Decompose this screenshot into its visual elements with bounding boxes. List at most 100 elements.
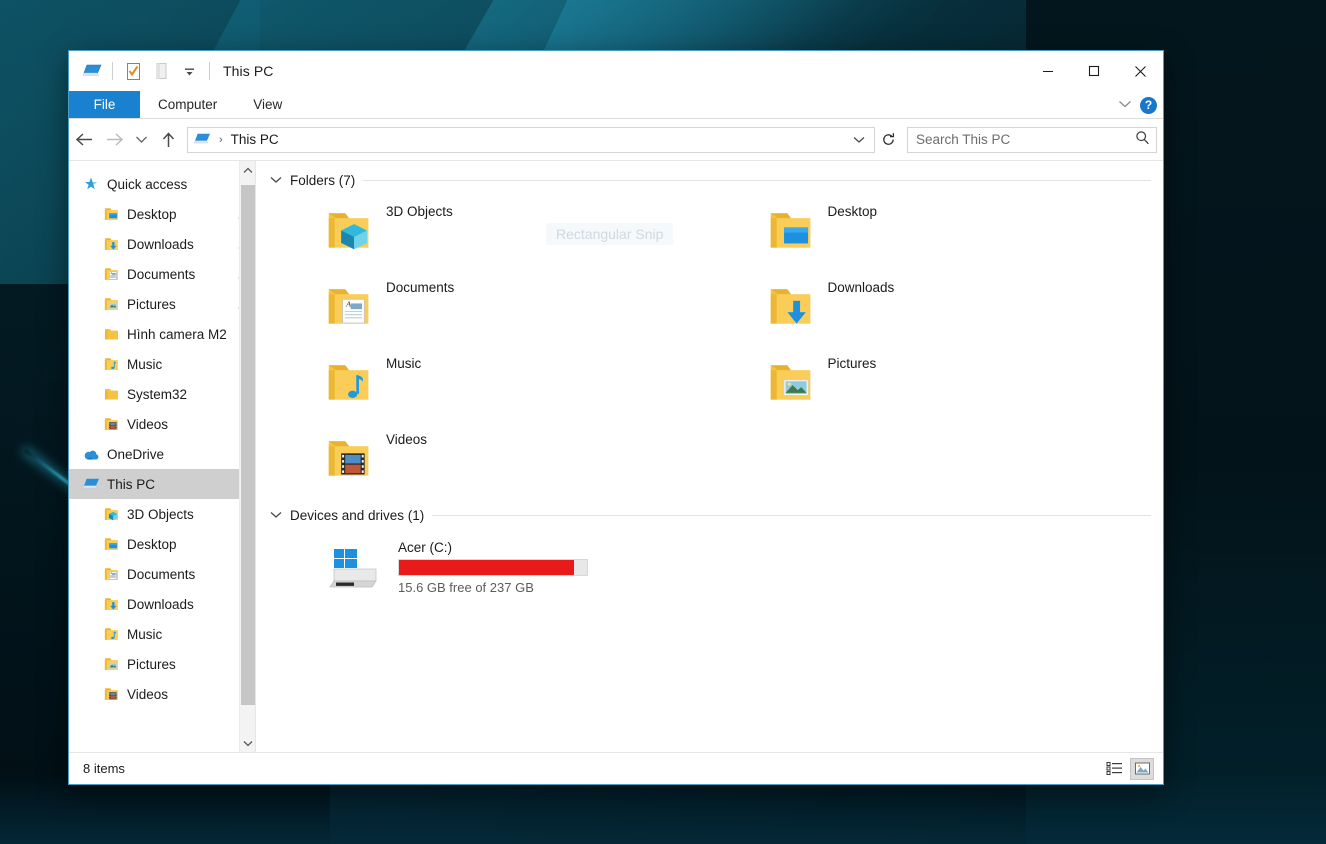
sidebar-item-videos[interactable]: Videos xyxy=(69,679,255,709)
tab-file[interactable]: File xyxy=(69,91,140,118)
drive-capacity-bar xyxy=(398,559,588,576)
music-folder-icon xyxy=(326,361,372,403)
address-bar-row: › This PC xyxy=(69,119,1163,161)
section-header-drives[interactable]: Devices and drives (1) xyxy=(268,496,1151,527)
search-input[interactable] xyxy=(916,132,1135,147)
documents-folder-icon: A A xyxy=(101,265,121,283)
view-buttons xyxy=(1103,759,1153,779)
help-icon[interactable]: ? xyxy=(1140,97,1157,114)
scroll-down-arrow-icon[interactable] xyxy=(240,734,256,752)
properties-icon[interactable] xyxy=(120,58,146,84)
desktop-folder-icon xyxy=(768,209,814,251)
folder-icon xyxy=(101,325,121,343)
sidebar-item-label: OneDrive xyxy=(107,447,164,462)
up-button[interactable] xyxy=(153,125,183,155)
breadcrumb-this-pc[interactable]: This PC xyxy=(227,132,283,147)
sidebar-item-this-pc[interactable]: This PC xyxy=(69,469,255,499)
large-icons-view-button[interactable] xyxy=(1131,759,1153,779)
3d-objects-folder-icon xyxy=(101,505,121,523)
folder-item[interactable]: A A xyxy=(268,268,710,344)
onedrive-cloud-icon xyxy=(81,445,101,463)
sidebar-item-label: Music xyxy=(127,627,162,642)
sidebar-item-pictures[interactable]: Pictures xyxy=(69,289,255,319)
folder-item[interactable]: 3D Objects xyxy=(268,192,710,268)
this-pc-icon[interactable] xyxy=(79,58,105,84)
chevron-down-icon[interactable] xyxy=(270,175,282,187)
address-bar[interactable]: › This PC xyxy=(187,127,875,153)
content-pane[interactable]: Folders (7) 3D Objects xyxy=(256,161,1163,752)
folder-item[interactable]: Pictures xyxy=(710,344,1152,420)
tab-view[interactable]: View xyxy=(235,91,300,118)
refresh-button[interactable] xyxy=(875,127,901,153)
sidebar-item-music[interactable]: Music xyxy=(69,349,255,379)
chevron-down-icon[interactable] xyxy=(1118,96,1132,114)
forward-button[interactable] xyxy=(99,125,129,155)
sidebar-item-label: Downloads xyxy=(127,597,194,612)
section-title-drives: Devices and drives (1) xyxy=(290,508,424,523)
minimize-button[interactable] xyxy=(1025,51,1071,91)
sidebar-item-desktop[interactable]: Desktop xyxy=(69,199,255,229)
tab-computer[interactable]: Computer xyxy=(140,91,235,118)
customize-caret-icon[interactable] xyxy=(176,58,202,84)
folder-item-label: Videos xyxy=(386,432,427,447)
chevron-down-icon[interactable] xyxy=(848,128,870,152)
sidebar-item-downloads[interactable]: Downloads xyxy=(69,589,255,619)
sidebar-item-onedrive[interactable]: OneDrive xyxy=(69,439,255,469)
scrollbar-track[interactable] xyxy=(240,179,256,734)
downloads-folder-icon xyxy=(101,595,121,613)
music-folder-icon xyxy=(101,625,121,643)
desktop-folder-icon xyxy=(101,205,121,223)
sidebar-item-system32[interactable]: System32 xyxy=(69,379,255,409)
close-button[interactable] xyxy=(1117,51,1163,91)
breadcrumb-separator: › xyxy=(217,134,225,146)
sidebar-item-pictures[interactable]: Pictures xyxy=(69,649,255,679)
svg-text:A: A xyxy=(345,300,351,309)
sidebar-item-3d-objects[interactable]: 3D Objects xyxy=(69,499,255,529)
search-icon[interactable] xyxy=(1135,130,1150,150)
sidebar-item-quick-access[interactable]: Quick access xyxy=(69,169,255,199)
address-this-pc-icon xyxy=(194,132,211,147)
sidebar-item-downloads[interactable]: Downloads xyxy=(69,229,255,259)
recent-locations-button[interactable] xyxy=(129,125,153,155)
sidebar-item-documents[interactable]: A A xyxy=(69,559,255,589)
folder-item[interactable]: Downloads xyxy=(710,268,1152,344)
folder-item-label: Music xyxy=(386,356,421,371)
scroll-up-arrow-icon[interactable] xyxy=(240,161,256,179)
section-header-folders[interactable]: Folders (7) xyxy=(268,161,1151,192)
drive-list: Acer (C:) 15.6 GB free of 237 GB xyxy=(268,527,1151,607)
desktop-folder-icon xyxy=(101,535,121,553)
folder-item[interactable]: Videos xyxy=(268,420,710,496)
chevron-down-icon[interactable] xyxy=(270,510,282,522)
videos-folder-icon xyxy=(326,437,372,479)
sidebar-item-label: Pictures xyxy=(127,297,176,312)
folder-item[interactable]: Desktop xyxy=(710,192,1152,268)
sidebar-item-desktop[interactable]: Desktop xyxy=(69,529,255,559)
search-box[interactable] xyxy=(907,127,1157,153)
back-button[interactable] xyxy=(69,125,99,155)
window-controls xyxy=(1025,51,1163,91)
new-folder-icon[interactable] xyxy=(148,58,174,84)
videos-folder-icon xyxy=(101,415,121,433)
navigation-list: Quick access Desktop Download xyxy=(69,161,255,709)
pictures-folder-icon xyxy=(768,361,814,403)
folder-item-label: Documents xyxy=(386,280,454,295)
sidebar-item-documents[interactable]: A A xyxy=(69,259,255,289)
sidebar-item-music[interactable]: Music xyxy=(69,619,255,649)
sidebar-item-videos[interactable]: Videos xyxy=(69,409,255,439)
folder-item[interactable]: Music xyxy=(268,344,710,420)
title-bar[interactable]: This PC xyxy=(69,51,1163,91)
sidebar-item-label: Downloads xyxy=(127,237,194,252)
file-explorer-window: This PC File Computer View ? xyxy=(68,50,1164,785)
drive-item[interactable]: Acer (C:) 15.6 GB free of 237 GB xyxy=(268,527,1151,607)
status-bar: 8 items xyxy=(69,752,1163,784)
drive-name-label: Acer (C:) xyxy=(398,540,588,555)
navigation-scrollbar[interactable] xyxy=(239,161,255,752)
maximize-button[interactable] xyxy=(1071,51,1117,91)
sidebar-item-h-nh-camera-m2[interactable]: Hình camera M2 xyxy=(69,319,255,349)
details-view-button[interactable] xyxy=(1103,759,1125,779)
sidebar-item-label: System32 xyxy=(127,387,187,402)
item-count-label: 8 items xyxy=(83,761,125,776)
section-divider xyxy=(432,515,1151,516)
scrollbar-thumb[interactable] xyxy=(241,185,255,705)
drive-free-space-label: 15.6 GB free of 237 GB xyxy=(398,580,588,595)
